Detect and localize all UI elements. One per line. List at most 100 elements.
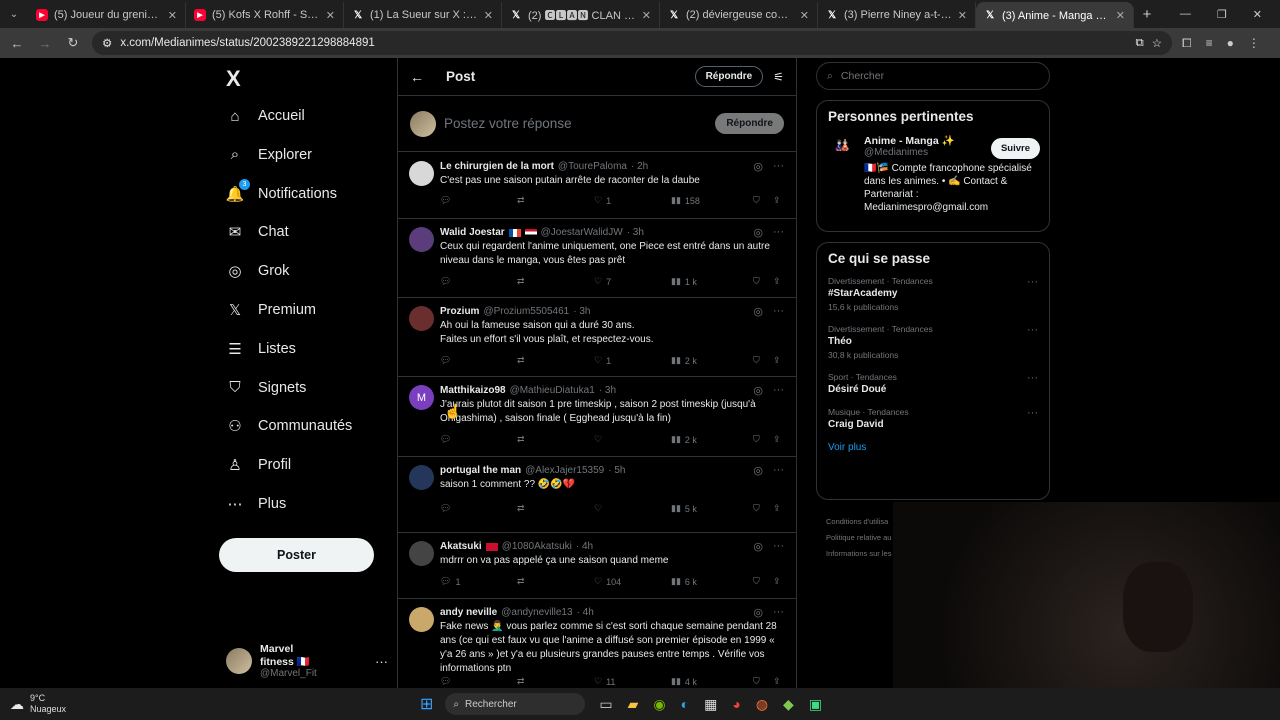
like-action[interactable]: ♡ 104 — [594, 576, 671, 587]
avatar[interactable] — [409, 541, 434, 566]
bookmark-action[interactable]: ⛉ — [753, 503, 773, 514]
reply-action[interactable]: 💬︎ — [440, 355, 517, 366]
browser-tab[interactable]: 𝕏 (3) Anime - Manga ✨ sur X : " ✕ — [976, 2, 1134, 28]
nav-item-notifications[interactable]: 🔔 3 Notifications — [226, 178, 337, 209]
browser-tab[interactable]: 𝕏 (2) déviergeuse compulsive sur ✕ — [660, 2, 818, 28]
reply-action[interactable]: 💬︎ — [440, 276, 517, 287]
forward-icon[interactable]: → — [36, 36, 54, 51]
reply-tweet[interactable]: Prozium @Prozium5505461 · 3h ◎ ··· Ah ou… — [398, 298, 796, 377]
file-explorer-icon[interactable]: ▰ — [628, 696, 639, 713]
bookmark-action[interactable]: ⛉ — [753, 195, 773, 206]
firefox-icon[interactable]: ◍ — [756, 696, 768, 713]
author-handle[interactable]: @TourePaloma — [558, 161, 627, 172]
avatar[interactable]: M — [409, 385, 434, 410]
taskbar-search[interactable]: ⌕ Rechercher — [445, 693, 586, 715]
avatar[interactable] — [409, 227, 434, 252]
tweet-time[interactable]: · 3h — [627, 227, 644, 238]
tweet-time[interactable]: · 2h — [631, 161, 648, 172]
author-handle[interactable]: @1080Akatsuki — [502, 541, 572, 552]
avatar[interactable] — [409, 465, 434, 490]
more-icon[interactable]: ··· — [1027, 372, 1038, 384]
tweet-time[interactable]: · 5h — [608, 465, 625, 476]
tweet-time[interactable]: · 3h — [599, 385, 616, 396]
like-action[interactable]: ♡ — [594, 503, 671, 514]
share-action[interactable]: ⇪ — [773, 276, 781, 287]
nav-item-communautés[interactable]: ⚇ Communautés — [226, 411, 352, 441]
reply-action[interactable]: 💬︎ — [440, 195, 517, 206]
nav-item-accueil[interactable]: ⌂ Accueil — [226, 101, 304, 131]
views-action[interactable]: ▮▮ 5 k — [671, 503, 753, 514]
more-icon[interactable]: ··· — [1027, 276, 1038, 288]
author-name[interactable]: andy neville — [440, 607, 497, 618]
nav-item-profil[interactable]: ♙ Profil — [226, 450, 291, 480]
author-name[interactable]: Akatsuki — [440, 541, 482, 552]
share-action[interactable]: ⇪ — [773, 434, 781, 445]
bookmark-action[interactable]: ⛉ — [753, 676, 773, 687]
like-action[interactable]: ♡ 11 — [594, 676, 671, 687]
minimize-icon[interactable]: — — [1180, 8, 1191, 21]
reply-action[interactable]: 💬︎ — [440, 676, 517, 687]
nav-item-plus[interactable]: ⋯ Plus — [226, 489, 287, 519]
grok-icon[interactable]: ◎ — [753, 464, 763, 477]
reply-tweet[interactable]: Le chirurgien de la mort @TourePaloma · … — [398, 153, 796, 219]
nav-item-chat[interactable]: ✉ Chat — [226, 217, 289, 247]
reply-action[interactable]: 💬︎ 1 — [440, 576, 517, 587]
more-icon[interactable]: ··· — [375, 654, 388, 669]
author-handle[interactable]: @Prozium5505461 — [483, 306, 569, 317]
tweet-time[interactable]: · 4h — [576, 541, 593, 552]
x-logo-icon[interactable]: X — [226, 66, 241, 92]
chrome-icon[interactable]: ◕ — [732, 696, 740, 713]
author-name[interactable]: Matthikaizo98 — [440, 385, 506, 396]
extensions-icon[interactable]: ⧠ — [1182, 36, 1192, 51]
profile-icon[interactable]: ● — [1227, 36, 1234, 51]
tweet-time[interactable]: · 3h — [573, 306, 590, 317]
bookmark-action[interactable]: ⛉ — [753, 355, 773, 366]
site-info-icon[interactable]: ⚙ — [102, 36, 112, 50]
nav-item-grok[interactable]: ◎ Grok — [226, 256, 289, 286]
author-name[interactable]: Walid Joestar — [440, 227, 505, 238]
author-handle[interactable]: @JoestarWalidJW — [541, 227, 623, 238]
reply-tweet[interactable]: andy neville @andyneville13 · 4h ◎ ··· F… — [398, 599, 796, 688]
like-action[interactable]: ♡ 1 — [594, 195, 671, 206]
search-input[interactable]: ⌕ Chercher — [816, 62, 1050, 90]
author-name[interactable]: Le chirurgien de la mort — [440, 161, 554, 172]
trend-item[interactable]: Musique · Tendances Craig David ··· — [828, 407, 1038, 430]
views-action[interactable]: ▮▮ 158 — [671, 195, 753, 206]
more-icon[interactable]: ··· — [773, 305, 784, 318]
like-action[interactable]: ♡ 1 — [594, 355, 671, 366]
close-tab-icon[interactable]: ✕ — [958, 9, 967, 22]
reply-action[interactable]: 💬︎ — [440, 503, 517, 514]
person-row[interactable]: 🎎 Anime - Manga ✨ @Medianimes 🇫🇷🎏 Compte… — [828, 134, 1040, 214]
task-view-icon[interactable]: ▭ — [599, 696, 612, 713]
grok-icon[interactable]: ◎ — [753, 540, 763, 553]
bookmark-action[interactable]: ⛉ — [753, 276, 773, 287]
menu-icon[interactable]: ⋮ — [1248, 36, 1260, 51]
author-handle[interactable]: @AlexJajer15359 — [525, 465, 604, 476]
maximize-icon[interactable]: ❐ — [1217, 8, 1227, 21]
tweet-time[interactable]: · 4h — [577, 607, 594, 618]
browser-tab[interactable]: 𝕏 (3) Pierre Niney a-t-il un bon fi ✕ — [818, 2, 976, 28]
app-icon[interactable]: ◆ — [783, 696, 794, 713]
grok-icon[interactable]: ◎ — [753, 160, 763, 173]
reply-action[interactable]: 💬︎ — [440, 434, 517, 445]
reply-tweet[interactable]: portugal the man @AlexJajer15359 · 5h ◎ … — [398, 457, 796, 533]
author-name[interactable]: Prozium — [440, 306, 479, 317]
tab-search-icon[interactable]: ⌄ — [0, 0, 28, 28]
share-action[interactable]: ⇪ — [773, 355, 781, 366]
share-action[interactable]: ⇪ — [773, 503, 781, 514]
weather-widget[interactable]: ☁ 9°C Nuageux — [0, 693, 420, 715]
install-app-icon[interactable]: ⧉ — [1135, 37, 1143, 50]
author-handle[interactable]: @MathieuDiatuka1 — [510, 385, 595, 396]
edge-icon[interactable]: ◐ — [681, 696, 689, 713]
repost-action[interactable]: ⇄ — [517, 434, 594, 445]
views-action[interactable]: ▮▮ 6 k — [671, 576, 753, 587]
more-icon[interactable]: ··· — [773, 606, 784, 619]
grok-icon[interactable]: ◎ — [753, 606, 763, 619]
reply-tweet[interactable]: Akatsuki @1080Akatsuki · 4h ◎ ··· mdrrr … — [398, 533, 796, 599]
bookmark-star-icon[interactable]: ☆ — [1152, 36, 1162, 50]
more-icon[interactable]: ··· — [773, 464, 784, 477]
url-field[interactable]: ⚙ x.com/Medianimes/status/20023892212988… — [92, 31, 1172, 55]
close-tab-icon[interactable]: ✕ — [168, 9, 177, 22]
grok-icon[interactable]: ◎ — [753, 384, 763, 397]
share-action[interactable]: ⇪ — [773, 576, 781, 587]
